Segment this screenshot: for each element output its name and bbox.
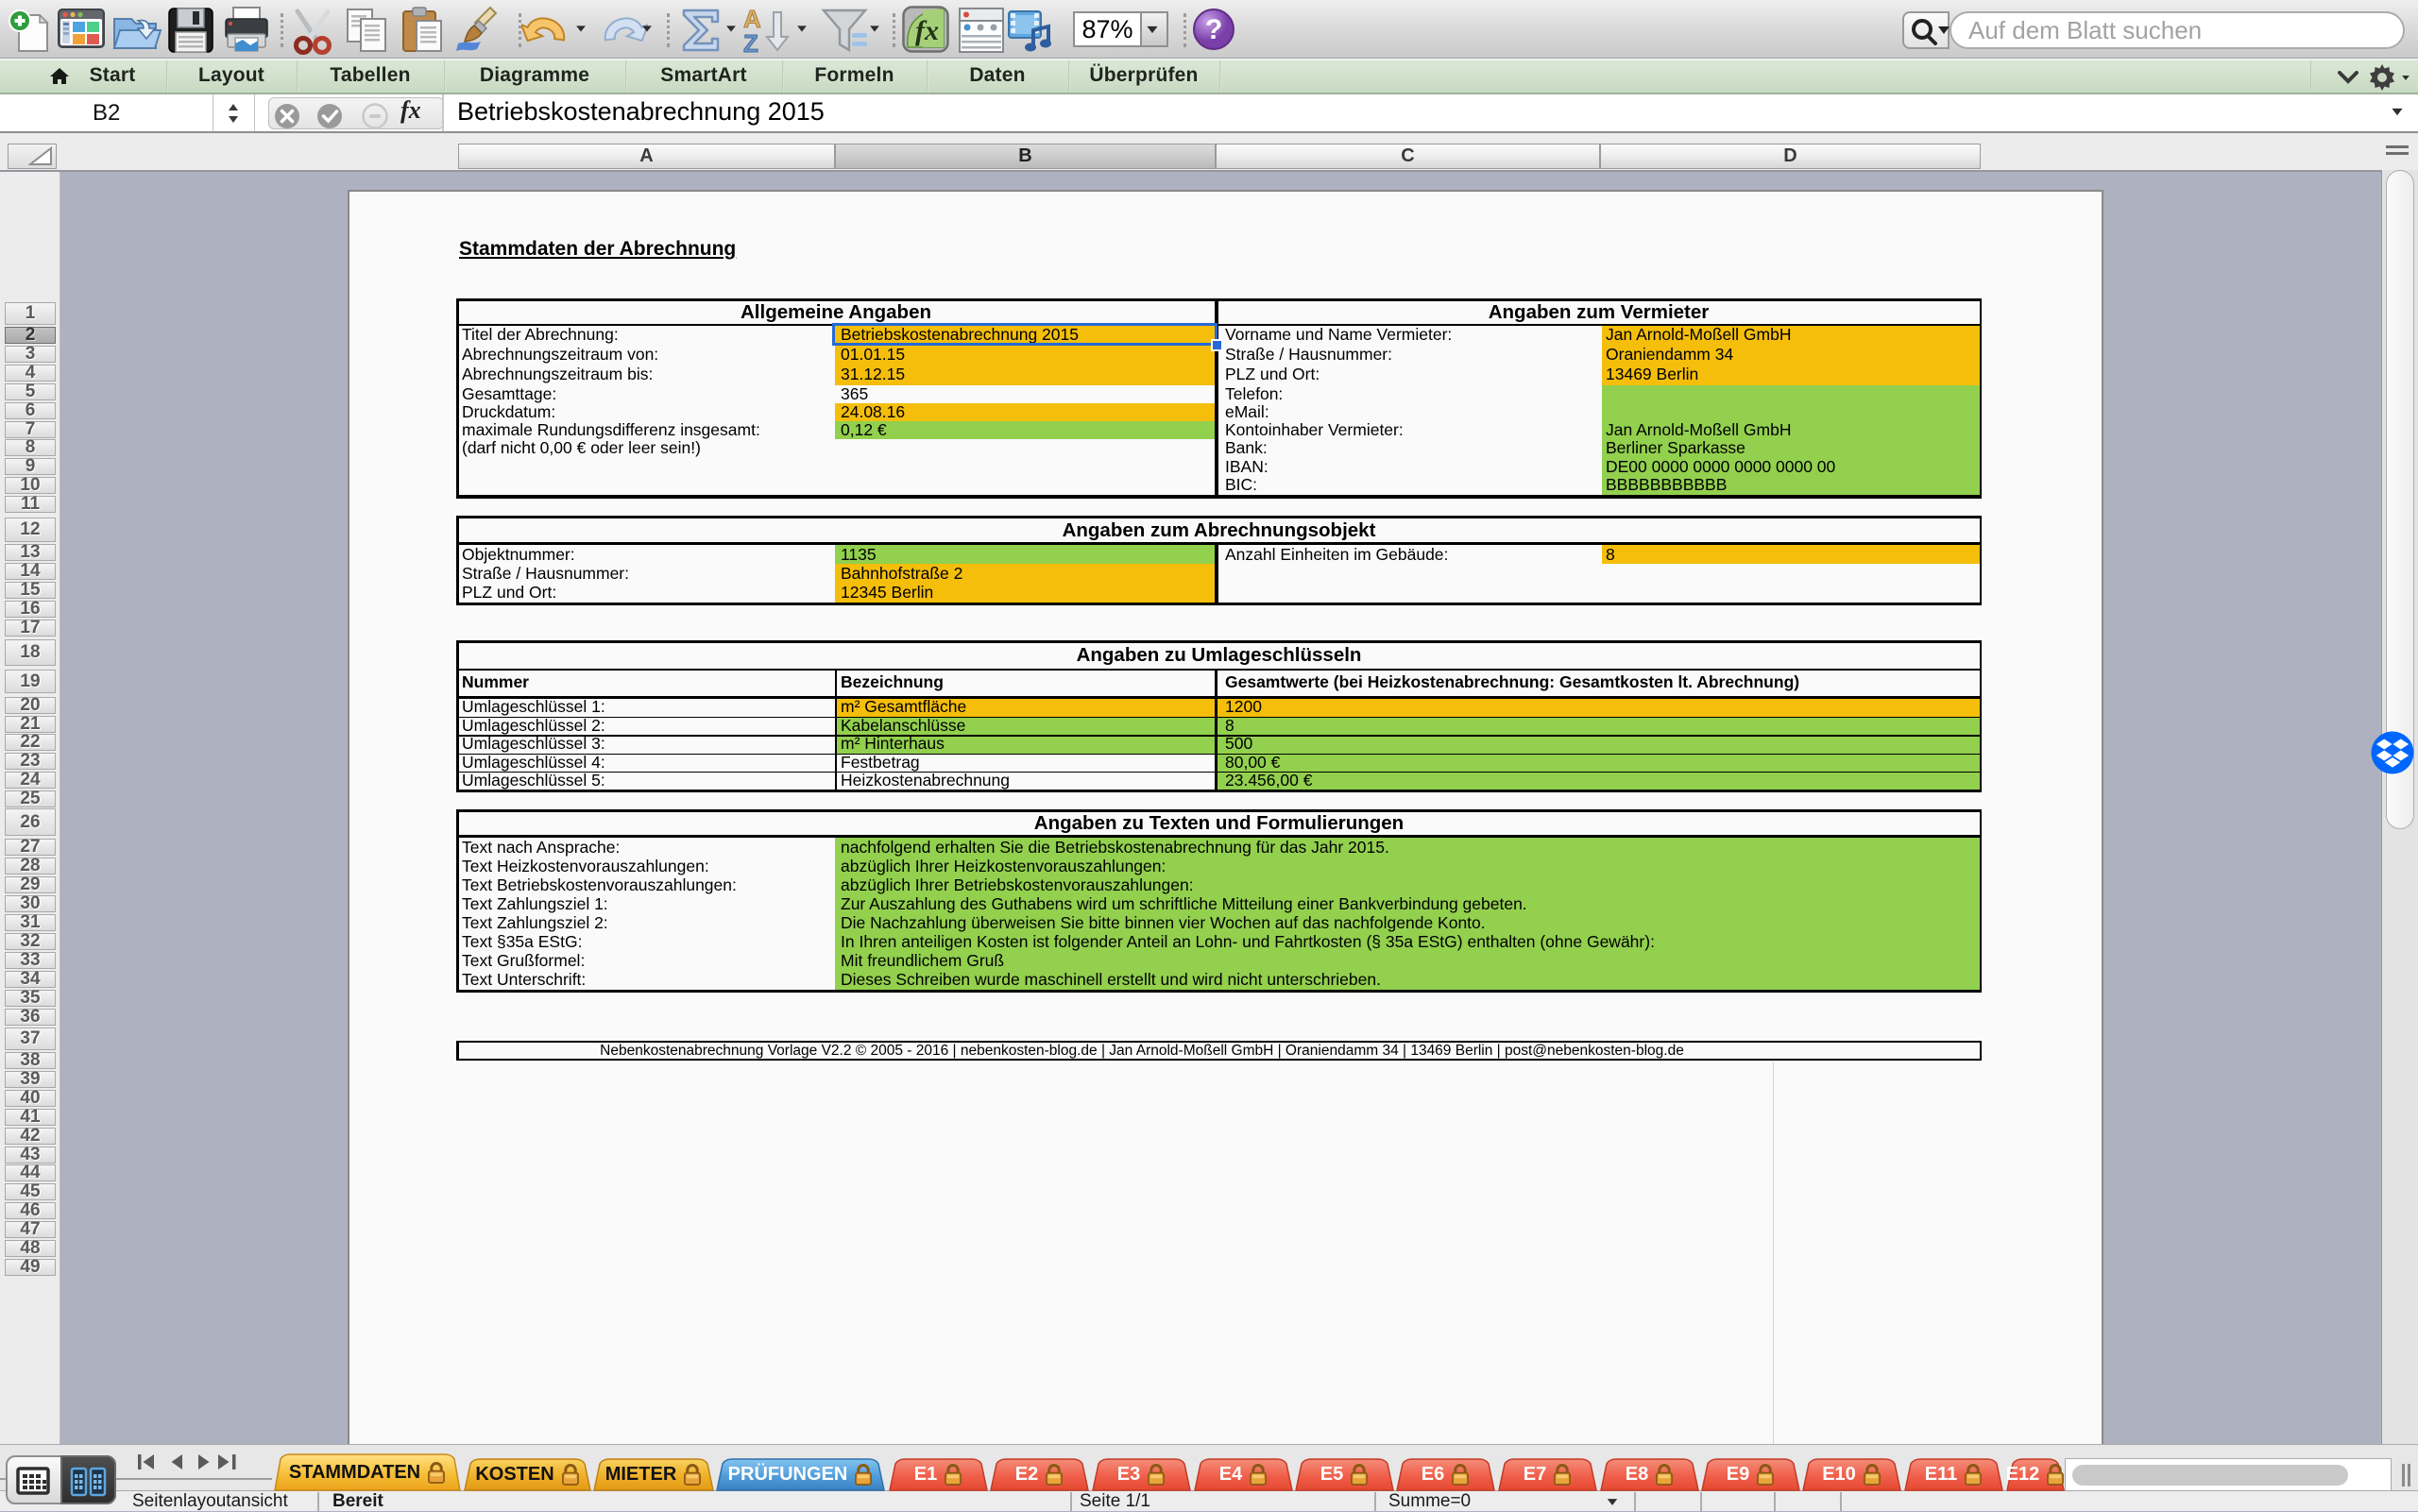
svg-text:fx: fx — [915, 15, 939, 46]
svg-text:?: ? — [1205, 14, 1222, 45]
svg-text:Z: Z — [743, 29, 758, 56]
